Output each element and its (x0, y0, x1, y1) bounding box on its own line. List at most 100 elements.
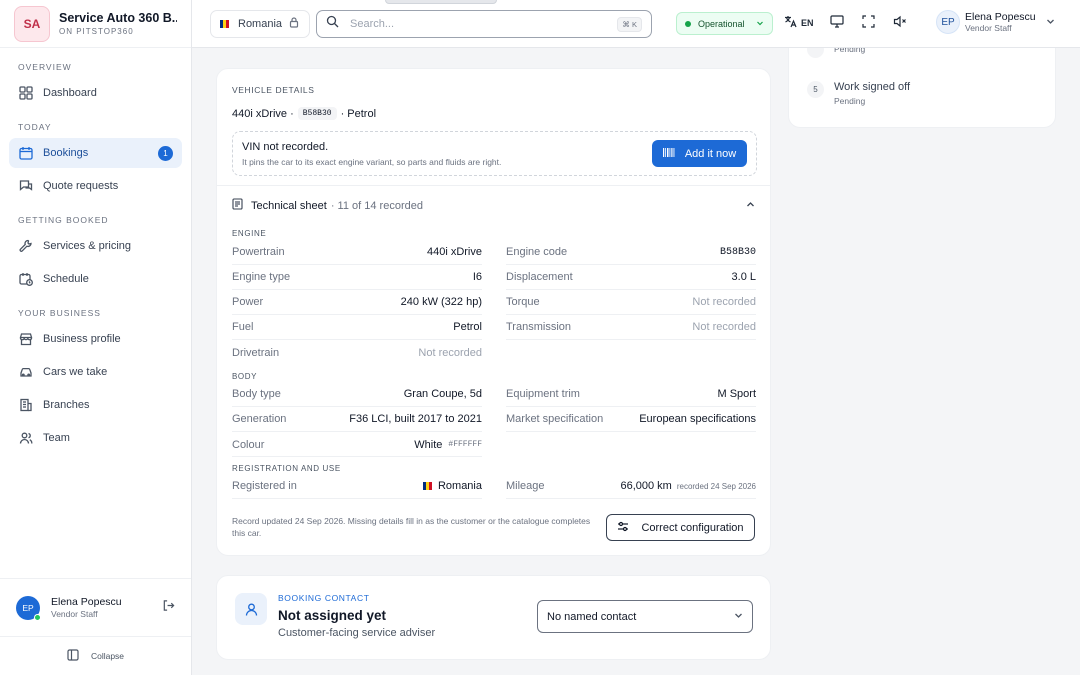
technical-sheet-count: · 11 of 14 recorded (330, 199, 423, 212)
sidebar-item-branches[interactable]: Branches (9, 390, 182, 420)
correct-configuration-label: Correct configuration (641, 521, 744, 534)
spec-key: Powertrain (232, 246, 285, 258)
vin-title: VIN not recorded. (242, 141, 329, 153)
spec-row-registered-in: Registered in Romania (232, 474, 482, 499)
spec-row-generation: Generation F36 LCI, built 2017 to 2021 (232, 407, 482, 432)
chat-icon (18, 178, 34, 194)
user-role: Vendor Staff (965, 23, 1012, 33)
romania-flag-icon (422, 482, 432, 490)
sidebar-item-bookings[interactable]: Bookings 1 (9, 138, 182, 168)
main-content: Pending 5 Work signed off Pending Romani… (192, 0, 1080, 675)
calendar-icon (18, 145, 34, 161)
brand-name: Service Auto 360 B... (59, 11, 177, 25)
sidebar-user-role: Vendor Staff (51, 609, 98, 619)
dashboard-icon (18, 85, 34, 101)
divider (232, 456, 482, 457)
search-bar[interactable]: ⌘ K (316, 10, 652, 38)
brand[interactable]: SA Service Auto 360 B... ON PITSTOP360 (0, 0, 191, 48)
spec-key: Power (232, 296, 264, 308)
section-label: VEHICLE DETAILS (232, 85, 315, 95)
vehicle-model: 440i xDrive · (232, 107, 294, 120)
sidebar-user: EP Elena Popescu Vendor Staff (0, 578, 191, 636)
nav-section-getting-booked: GETTING BOOKED (18, 215, 109, 225)
contact-title: Not assigned yet (278, 608, 387, 623)
country-selector[interactable]: Romania (210, 10, 310, 38)
user-menu[interactable]: EP Elena Popescu Vendor Staff (936, 10, 1055, 34)
sidebar-item-schedule[interactable]: Schedule (9, 264, 182, 294)
collapse-button[interactable]: Collapse (0, 636, 191, 675)
sidebar-item-label: Schedule (43, 273, 89, 285)
translate-icon (784, 15, 797, 30)
nav-section-overview: OVERVIEW (18, 62, 72, 72)
contact-select[interactable]: No named contact (537, 600, 753, 633)
group-label-engine: ENGINE (232, 229, 267, 238)
step-status: Pending (834, 96, 866, 106)
nav-section-your-business: YOUR BUSINESS (18, 308, 101, 318)
country-name: Romania (238, 18, 283, 30)
vehicle-fuel: · Petrol (340, 107, 377, 120)
add-vin-button[interactable]: Add it now (652, 140, 747, 167)
spec-value: 240 kW (322 hp) (400, 296, 482, 308)
brand-avatar: SA (14, 5, 50, 42)
sidebar-item-label: Branches (43, 399, 90, 411)
spec-key: Registered in (232, 480, 297, 492)
spec-row-engine-type: Engine type I6 (232, 265, 482, 290)
avatar: EP (936, 10, 960, 34)
sidebar-user-name: Elena Popescu (51, 596, 122, 608)
sidebar-item-business-profile[interactable]: Business profile (9, 324, 182, 354)
spec-key: Body type (232, 388, 281, 400)
step-item: 5 Work signed off Pending (807, 81, 910, 106)
avatar-initials: EP (22, 602, 34, 613)
sidebar-item-label: Services & pricing (43, 240, 132, 252)
search-input[interactable] (350, 18, 618, 30)
user-name: Elena Popescu (965, 11, 1036, 23)
spec-value: F36 LCI, built 2017 to 2021 (349, 413, 482, 425)
sidebar-item-dashboard[interactable]: Dashboard (9, 78, 182, 108)
fullscreen-icon[interactable] (862, 15, 875, 28)
spec-row-drivetrain: Drivetrain Not recorded (232, 340, 482, 365)
spec-row-displacement: Displacement 3.0 L (506, 265, 756, 290)
step-number: 5 (807, 81, 824, 98)
spec-key: Mileage (506, 480, 545, 492)
spec-row-body-type: Body type Gran Coupe, 5d (232, 382, 482, 407)
spec-key: Engine code (506, 246, 568, 258)
brand-subtitle: ON PITSTOP360 (59, 27, 134, 36)
sidebar-item-cars-we-take[interactable]: Cars we take (9, 357, 182, 387)
spec-value: European specifications (639, 413, 756, 425)
spec-row-mileage: Mileage 66,000 km recorded 24 Sep 2026 (506, 474, 756, 499)
barcode-icon (662, 147, 675, 161)
spec-row-equipment-trim: Equipment trim M Sport (506, 382, 756, 407)
spec-value: Petrol (453, 321, 482, 333)
chevron-down-icon (734, 611, 743, 623)
contact-subtitle: Customer-facing service adviser (278, 627, 436, 639)
search-shortcut: ⌘ K (617, 16, 642, 32)
spec-row-torque: Torque Not recorded (506, 290, 756, 315)
spec-key: Equipment trim (506, 388, 580, 400)
step-title: Work signed off (834, 81, 911, 93)
language-button[interactable]: EN (784, 15, 814, 30)
spec-value: Not recorded (418, 346, 482, 359)
car-icon (18, 364, 34, 380)
sidebar-item-team[interactable]: Team (9, 423, 182, 453)
monitor-icon[interactable] (830, 15, 844, 28)
spec-value: Gran Coupe, 5d (403, 388, 482, 400)
mute-icon[interactable] (893, 15, 907, 28)
spec-value: Romania (422, 480, 482, 492)
record-footnote: Record updated 24 Sep 2026. Missing deta… (232, 516, 591, 538)
technical-sheet-toggle[interactable]: Technical sheet · 11 of 14 recorded (217, 185, 770, 225)
operational-status-dropdown[interactable]: Operational (676, 12, 773, 35)
vin-subtitle: It pins the car to its exact engine vari… (242, 157, 502, 167)
sidebar-item-services-pricing[interactable]: Services & pricing (9, 231, 182, 261)
spec-key: Engine type (232, 271, 291, 283)
correct-configuration-button[interactable]: Correct configuration (606, 514, 755, 541)
bookings-count-badge: 1 (158, 146, 173, 161)
building-icon (18, 397, 34, 413)
spec-row-powertrain: Powertrain 440i xDrive (232, 240, 482, 265)
sidebar-item-quote-requests[interactable]: Quote requests (9, 171, 182, 201)
booking-contact-card: BOOKING CONTACT Not assigned yet Custome… (216, 575, 771, 660)
sidebar-item-label: Business profile (43, 333, 121, 345)
logout-icon[interactable] (162, 599, 175, 617)
colour-hex: #FFFFFF (448, 440, 482, 449)
online-indicator (34, 613, 41, 621)
document-icon (232, 198, 243, 213)
